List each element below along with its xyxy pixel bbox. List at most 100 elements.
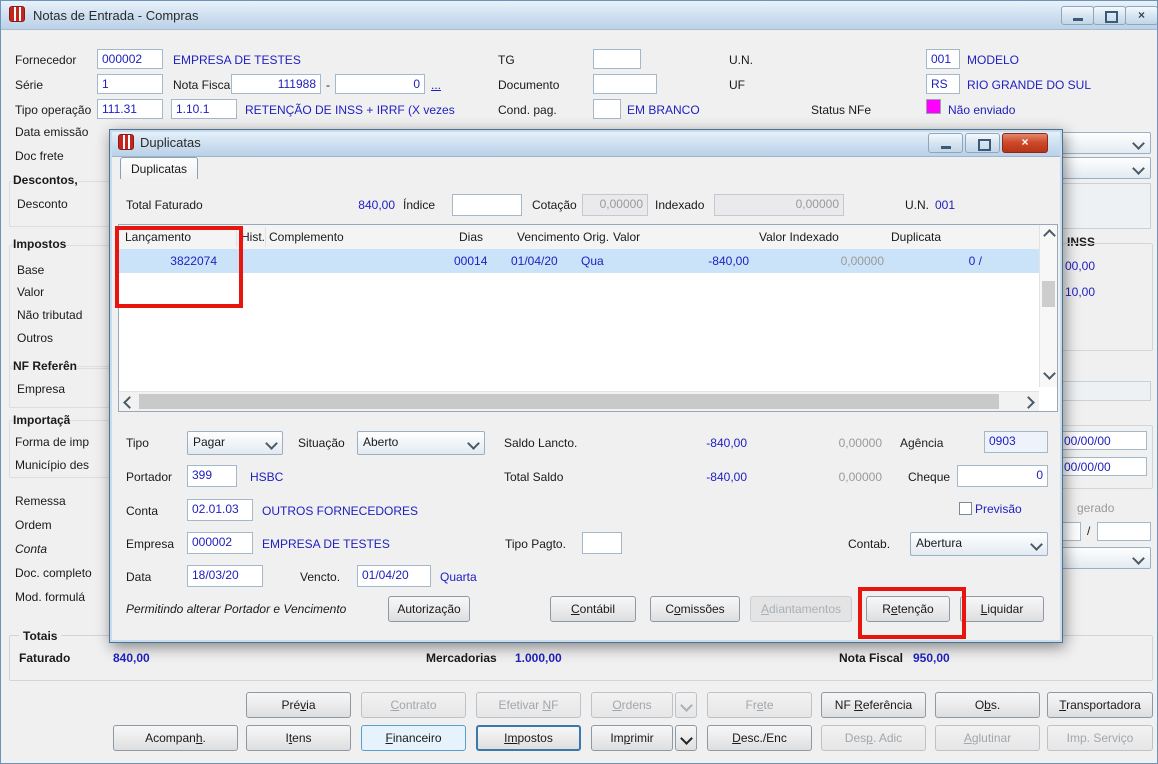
- scrollbar-thumb[interactable]: [1042, 281, 1055, 307]
- vertical-scrollbar[interactable]: [1039, 225, 1057, 387]
- date-field-1[interactable]: 00/00/00: [1059, 431, 1147, 450]
- tipo-pagto-input[interactable]: [582, 532, 622, 554]
- ordens-button[interactable]: Ordens: [591, 692, 673, 718]
- impostos-button[interactable]: Impostos: [476, 725, 581, 751]
- left-label-nf-referencia: NF Referên: [13, 359, 78, 373]
- nota-fiscal-suffix-input[interactable]: 0: [335, 74, 425, 94]
- desc-enc-button[interactable]: Desc./Enc: [707, 725, 812, 751]
- acompanh-button[interactable]: Acompanh.: [113, 725, 238, 751]
- col-duplicata[interactable]: Duplicata: [891, 230, 941, 244]
- data-input[interactable]: 18/03/20: [187, 565, 263, 587]
- col-hist[interactable]: Hist.: [241, 230, 265, 244]
- serie-input[interactable]: 1: [97, 74, 163, 94]
- saldo-lancto-idx-value: 0,00000: [838, 436, 882, 450]
- right-field-stub-2: [1057, 381, 1151, 401]
- contrato-button[interactable]: Contrato: [361, 692, 466, 718]
- close-button[interactable]: ×: [1125, 6, 1157, 25]
- annotation-box-lancamento: [115, 226, 243, 308]
- scroll-right-icon[interactable]: [1022, 396, 1035, 409]
- left-label-municipio-des: Município des: [15, 458, 90, 472]
- dialog-maximize-button[interactable]: [965, 133, 1000, 153]
- minimize-icon: [941, 146, 951, 149]
- more-link[interactable]: ...: [431, 78, 441, 92]
- agencia-label: Agência: [900, 436, 944, 450]
- dialog-un-value: 001: [935, 198, 956, 212]
- comissoes-button[interactable]: Comissões: [650, 596, 740, 622]
- transportadora-button[interactable]: Transportadora: [1047, 692, 1153, 718]
- conta-nome: OUTROS FORNECEDORES: [262, 504, 419, 518]
- minimize-button[interactable]: [1061, 6, 1094, 25]
- column-separator: [265, 227, 266, 247]
- indice-input[interactable]: [452, 194, 522, 216]
- cond-pag-label: Cond. pag.: [498, 103, 557, 117]
- grid-selected-row[interactable]: 3822074 00014 01/04/20 Qua -840,00 0,000…: [119, 249, 1039, 273]
- tipo-operacao-code1-input[interactable]: 111.31: [97, 99, 163, 119]
- autorizacao-button[interactable]: Autorização: [388, 596, 470, 622]
- col-complemento[interactable]: Complemento: [269, 230, 344, 244]
- scrollbar-thumb[interactable]: [139, 394, 999, 409]
- cond-pag-input[interactable]: [593, 99, 621, 119]
- chevron-down-icon: [1132, 137, 1145, 150]
- adiantamentos-button[interactable]: Adiantamentos: [750, 596, 852, 622]
- previsao-checkbox[interactable]: [959, 502, 972, 515]
- nf-referencia-button[interactable]: NF Referência: [821, 692, 926, 718]
- imprimir-button[interactable]: Imprimir: [591, 725, 673, 751]
- cheque-input[interactable]: 0: [957, 465, 1048, 487]
- financeiro-button[interactable]: Financeiro: [361, 725, 466, 751]
- conta-input[interactable]: 02.01.03: [187, 499, 253, 521]
- scroll-left-icon[interactable]: [123, 396, 136, 409]
- tipo-operacao-code2-input[interactable]: 1.10.1: [171, 99, 237, 119]
- col-vencimento-orig[interactable]: Vencimento Orig.: [517, 230, 609, 244]
- col-valor[interactable]: Valor: [613, 230, 640, 244]
- contabil-button[interactable]: Contábil: [550, 596, 636, 622]
- status-nfe-swatch: [926, 99, 941, 114]
- vencto-input[interactable]: 01/04/20: [357, 565, 431, 587]
- date-field-2[interactable]: 00/00/00: [1059, 457, 1147, 476]
- imprimir-dropdown-button[interactable]: [675, 725, 697, 751]
- minimize-icon: [1073, 18, 1083, 21]
- aglutinar-button[interactable]: Aglutinar: [935, 725, 1040, 751]
- nota-fiscal-input[interactable]: 111988: [231, 74, 321, 94]
- right-combo-2[interactable]: [1057, 157, 1151, 179]
- right-combo-3[interactable]: [1057, 547, 1151, 569]
- fornecedor-name: EMPRESA DE TESTES: [173, 53, 301, 67]
- duplicatas-grid: Lançamento Hist. Complemento Dias Vencim…: [118, 224, 1058, 412]
- itens-button[interactable]: Itens: [246, 725, 351, 751]
- tg-input[interactable]: [593, 49, 641, 69]
- empresa-input[interactable]: 000002: [187, 532, 253, 554]
- maximize-button[interactable]: [1093, 6, 1126, 25]
- col-dias[interactable]: Dias: [459, 230, 483, 244]
- fornecedor-input[interactable]: 000002: [97, 49, 163, 69]
- desp-adic-button[interactable]: Desp. Adic: [821, 725, 926, 751]
- un-input[interactable]: 001: [926, 49, 960, 69]
- uf-input[interactable]: RS: [926, 74, 960, 94]
- tab-duplicatas[interactable]: Duplicatas: [120, 157, 199, 179]
- small-field-2[interactable]: [1097, 522, 1151, 541]
- frete-button[interactable]: Frete: [707, 692, 812, 718]
- dialog-close-button[interactable]: ×: [1002, 133, 1048, 153]
- tg-label: TG: [498, 53, 515, 67]
- mercadorias-label: Mercadorias: [426, 651, 497, 665]
- documento-input[interactable]: [593, 74, 657, 94]
- saldo-lancto-label: Saldo Lancto.: [504, 436, 578, 450]
- contab-combo[interactable]: Abertura: [910, 532, 1048, 556]
- data-label: Data: [126, 570, 152, 584]
- total-saldo-label: Total Saldo: [504, 470, 564, 484]
- agencia-input[interactable]: 0903: [984, 431, 1048, 453]
- scroll-down-icon[interactable]: [1043, 367, 1056, 380]
- col-valor-indexado[interactable]: Valor Indexado: [759, 230, 839, 244]
- imp-servico-button[interactable]: Imp. Serviço: [1047, 725, 1153, 751]
- horizontal-scrollbar[interactable]: [119, 391, 1039, 411]
- efetivar-nf-button[interactable]: Efetivar NF: [476, 692, 581, 718]
- ordens-dropdown-button[interactable]: [675, 692, 697, 718]
- scroll-up-icon[interactable]: [1043, 229, 1056, 242]
- left-label-remessa: Remessa: [15, 494, 66, 508]
- portador-input[interactable]: 399: [187, 465, 237, 487]
- previa-button[interactable]: Prévia: [246, 692, 351, 718]
- obs-button[interactable]: Obs.: [935, 692, 1040, 718]
- liquidar-button[interactable]: Liquidar: [960, 596, 1044, 622]
- tipo-label: Tipo: [126, 436, 149, 450]
- left-label-doc-completo: Doc. completo: [15, 566, 92, 580]
- dialog-minimize-button[interactable]: [928, 133, 963, 153]
- right-combo-1[interactable]: [1057, 132, 1151, 154]
